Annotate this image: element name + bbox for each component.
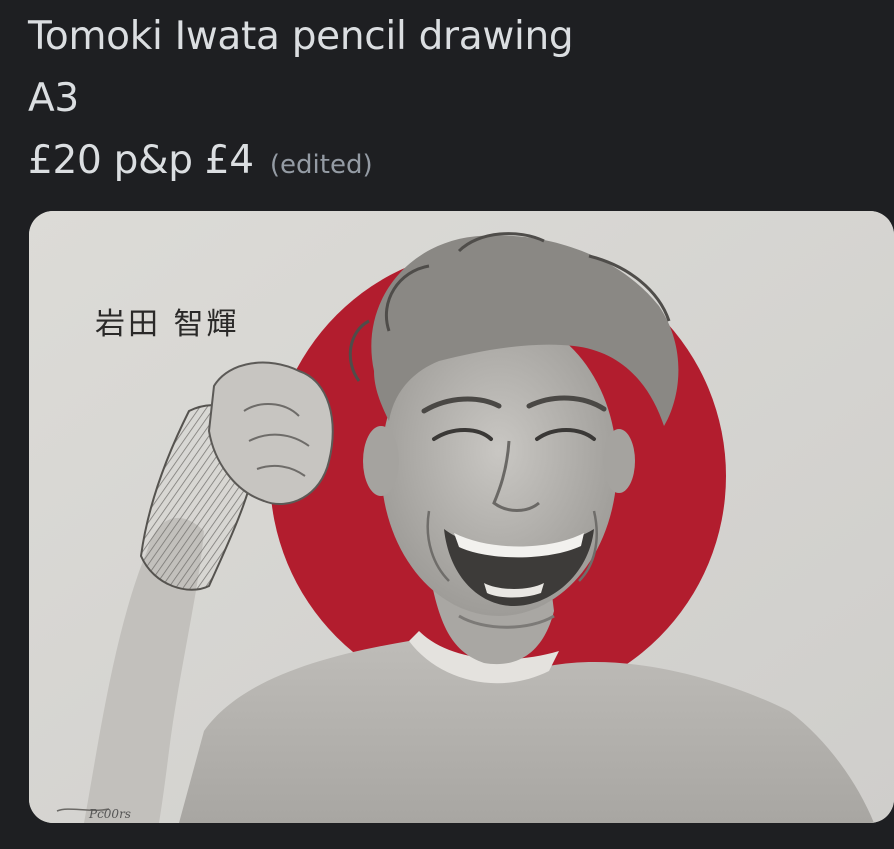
kanji-label: 岩田 智輝 bbox=[95, 307, 240, 342]
message-line-price: £20 p&p £4 (edited) bbox=[28, 130, 884, 196]
artist-signature: Pc00rs bbox=[89, 807, 131, 821]
message-content: Tomoki Iwata pencil drawing A3 £20 p&p £… bbox=[28, 6, 884, 196]
message-line-title: Tomoki Iwata pencil drawing bbox=[28, 14, 574, 59]
image-attachment[interactable]: 岩田 智輝 Pc00rs bbox=[29, 211, 894, 823]
message-line-size: A3 bbox=[28, 76, 79, 121]
price-text: £20 p&p £4 bbox=[28, 138, 254, 183]
edited-label: (edited) bbox=[269, 150, 373, 180]
